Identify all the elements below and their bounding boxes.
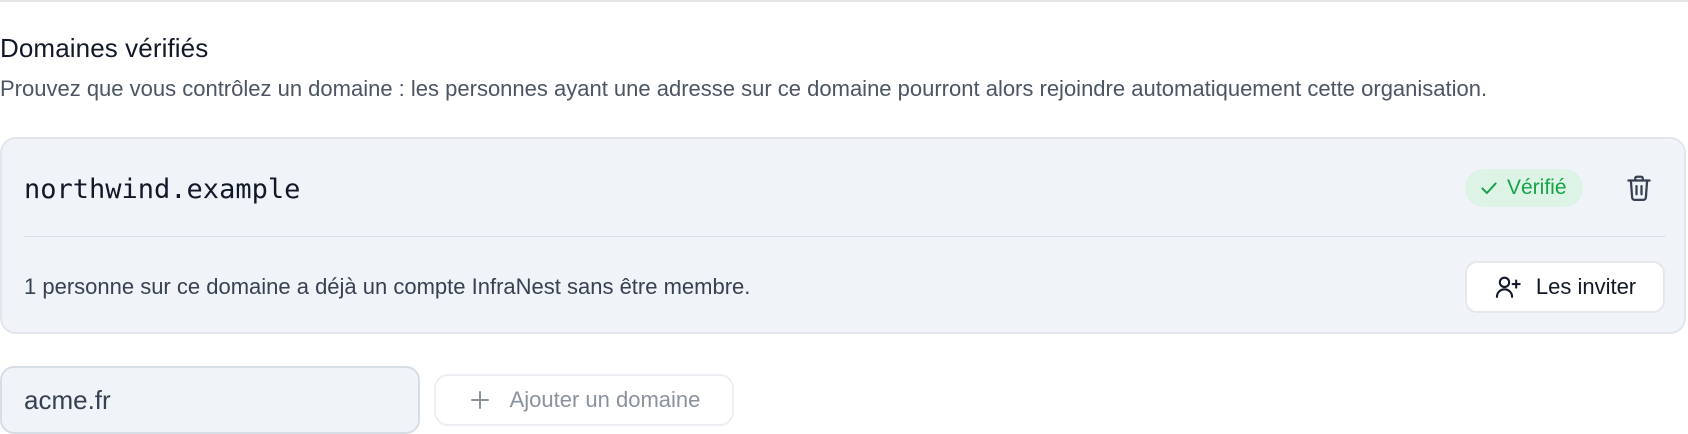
check-icon (1479, 178, 1499, 198)
section-title: Domaines vérifiés (0, 33, 209, 63)
domain-name: northwind.example (24, 174, 301, 205)
new-domain-input[interactable] (0, 366, 420, 434)
pending-members-text: 1 personne sur ce domaine a déjà un comp… (24, 274, 751, 299)
verified-status-badge: Vérifié (1465, 169, 1583, 207)
invite-members-button[interactable]: Les inviter (1465, 261, 1665, 313)
section-description: Prouvez que vous contrôlez un domaine : … (0, 76, 1488, 101)
add-domain-button[interactable]: Ajouter un domaine (434, 374, 734, 426)
domain-card: northwind.example Vérifié 1 personne sur… (0, 137, 1686, 334)
plus-icon (468, 388, 492, 412)
invite-members-label: Les inviter (1535, 274, 1637, 299)
card-divider (24, 236, 1666, 237)
trash-icon (1624, 173, 1654, 203)
top-divider (0, 0, 1688, 2)
user-plus-icon (1494, 273, 1522, 301)
verified-status-label: Vérifié (1507, 176, 1567, 199)
delete-domain-button[interactable] (1618, 167, 1660, 209)
add-domain-label: Ajouter un domaine (509, 387, 701, 412)
